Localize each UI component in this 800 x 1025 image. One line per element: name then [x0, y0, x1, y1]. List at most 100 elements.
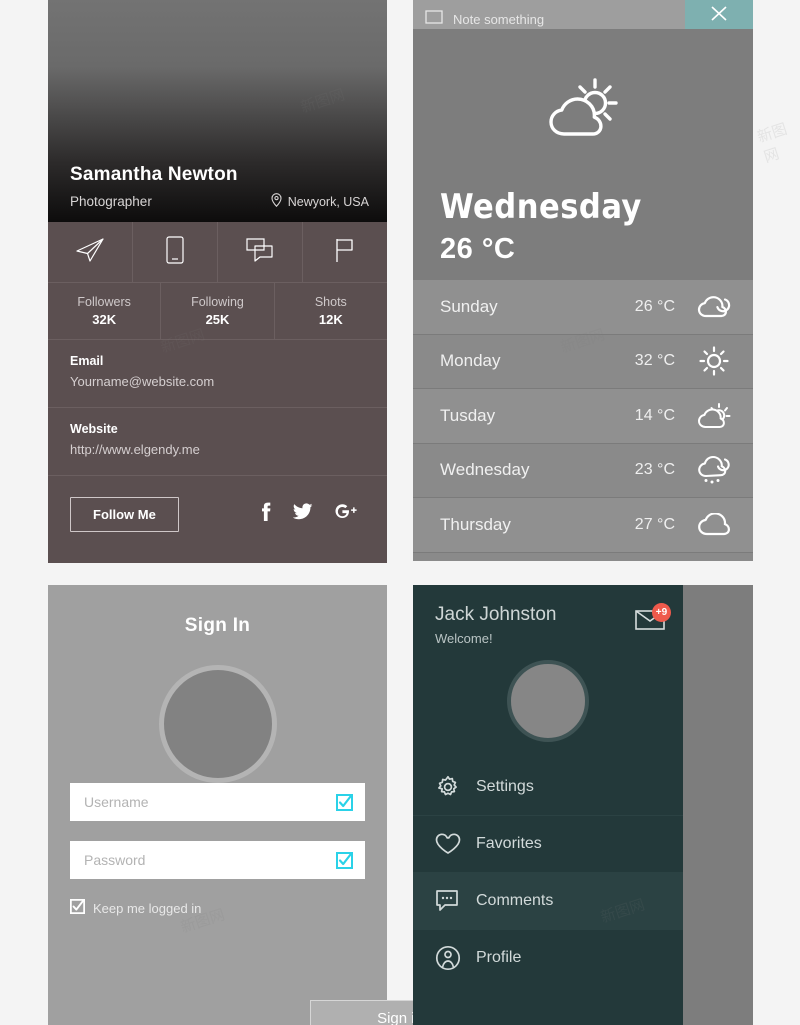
stat-shots[interactable]: Shots 12K [275, 283, 387, 339]
sun-behind-cloud-icon [413, 77, 753, 139]
drawer-item-label: Profile [476, 949, 522, 966]
avatar [158, 665, 277, 783]
checkbox-checked-icon[interactable] [70, 899, 85, 917]
twitter-icon[interactable] [292, 503, 313, 525]
close-button[interactable] [685, 0, 753, 29]
social-links [259, 502, 365, 526]
speech-bubble-icon [435, 889, 461, 913]
note-label: Note something [453, 12, 545, 27]
username-field-wrapper [70, 783, 365, 821]
stat-label: Shots [314, 295, 347, 309]
profile-name: Samantha Newton [70, 164, 238, 185]
drawer-header: Jack Johnston Welcome! +9 [413, 585, 683, 646]
profile-stats: Followers 32K Following 25K Shots 12K [48, 283, 387, 340]
forecast-temp: 32 °C [634, 352, 675, 370]
forecast-row[interactable]: Monday 32 °C [413, 334, 753, 389]
stat-followers[interactable]: Followers 32K [48, 283, 162, 339]
close-icon [708, 4, 730, 29]
note-icon [425, 10, 443, 27]
mail-badge: +9 [652, 603, 671, 622]
forecast-row[interactable]: Wednesday 23 °C [413, 443, 753, 498]
person-circle-icon [435, 945, 461, 971]
gear-icon [435, 775, 461, 799]
profile-footer: Follow Me [48, 476, 387, 552]
profile-website-field: Website http://www.elgendy.me [48, 408, 387, 476]
weather-current-day: Wednesday [440, 187, 642, 227]
heart-icon [435, 833, 461, 855]
flag-icon [334, 237, 356, 268]
moon-behind-cloud-icon [697, 294, 731, 320]
profile-identity: Samantha Newton Photographer Newyork, US… [70, 164, 369, 210]
username-input[interactable] [70, 783, 336, 821]
forecast-row[interactable]: Thursday 27 °C [413, 498, 753, 553]
mobile-phone-icon [166, 235, 184, 269]
forecast-temp: 14 °C [634, 406, 675, 424]
weather-forecast-list: Sunday 26 °C Monday 32 °C Tusday 14 °C W… [413, 280, 753, 553]
drawer-item-profile[interactable]: Profile [413, 929, 683, 986]
checkbox-checked-icon[interactable] [336, 793, 365, 811]
field-label: Email [70, 354, 104, 368]
stat-label: Followers [77, 295, 131, 309]
google-plus-icon[interactable] [335, 502, 357, 526]
forecast-row[interactable]: Sunday 26 °C [413, 280, 753, 335]
action-flag-button[interactable] [303, 222, 387, 282]
forecast-day: Sunday [440, 296, 498, 316]
map-pin-icon [271, 193, 282, 210]
stat-value: 32K [92, 312, 117, 327]
action-message-button[interactable] [218, 222, 303, 282]
signin-title: Sign In [184, 615, 251, 636]
profile-role: Photographer [70, 194, 152, 209]
drawer-item-label: Favorites [476, 835, 542, 852]
profile-location-label: Newyork, USA [287, 194, 369, 209]
stat-following[interactable]: Following 25K [161, 283, 275, 339]
drawer-item-favorites[interactable]: Favorites [413, 815, 683, 872]
screen: Samantha Newton Photographer Newyork, US… [0, 0, 800, 1025]
drawer-item-label: Settings [476, 777, 534, 795]
forecast-temp: 26 °C [634, 297, 675, 315]
forecast-day: Monday [440, 351, 501, 371]
field-value: Yourname@website.com [70, 374, 215, 389]
chat-bubbles-icon [245, 237, 275, 268]
send-icon [75, 237, 105, 268]
note-field[interactable]: Note something [413, 0, 685, 29]
navigation-drawer: Jack Johnston Welcome! +9 Settings Favor… [413, 585, 683, 1025]
weather-current-temp: 26 °C [440, 233, 516, 265]
signin-card: Sign In Keep me logged in [48, 585, 387, 1025]
drawer-item-settings[interactable]: Settings [413, 758, 683, 815]
avatar [507, 660, 589, 742]
action-call-button[interactable] [133, 222, 218, 282]
profile-location: Newyork, USA [271, 193, 369, 210]
forecast-row[interactable]: Tusday 14 °C [413, 389, 753, 444]
stat-value: 25K [205, 312, 230, 327]
action-send-button[interactable] [48, 222, 133, 282]
password-field-wrapper [70, 841, 365, 879]
forecast-day: Thursday [440, 514, 511, 534]
profile-card: Samantha Newton Photographer Newyork, US… [48, 0, 387, 563]
facebook-icon[interactable] [259, 502, 271, 526]
weather-card: Note something Wednesday 26 °C Sunday 26… [413, 0, 753, 561]
weather-current: Wednesday 26 °C [413, 29, 753, 280]
drawer-item-comments[interactable]: Comments [413, 872, 683, 929]
profile-email-field: Email Yourname@website.com [48, 340, 387, 408]
follow-button[interactable]: Follow Me [70, 496, 179, 532]
checkbox-checked-icon[interactable] [336, 851, 365, 869]
drawer-card: Jack Johnston Welcome! +9 Settings Favor… [413, 585, 753, 1025]
stat-value: 12K [318, 312, 343, 327]
weather-topbar: Note something [413, 0, 753, 29]
sun-icon [697, 346, 731, 376]
keep-logged-in-label: Keep me logged in [93, 900, 202, 916]
rain-cloud-icon [697, 455, 731, 485]
password-input[interactable] [70, 841, 336, 879]
keep-logged-in-row[interactable]: Keep me logged in [70, 899, 365, 917]
cloud-icon [697, 512, 731, 537]
forecast-temp: 27 °C [634, 515, 675, 533]
profile-action-bar [48, 222, 387, 283]
forecast-day: Wednesday [440, 460, 530, 480]
stat-label: Following [191, 295, 244, 309]
field-label: Website [70, 422, 118, 436]
drawer-item-label: Comments [476, 892, 554, 909]
field-value[interactable]: http://www.elgendy.me [70, 442, 365, 457]
watermark: 新图网 [755, 120, 790, 167]
forecast-temp: 23 °C [634, 461, 675, 479]
forecast-day: Tusday [440, 405, 496, 425]
